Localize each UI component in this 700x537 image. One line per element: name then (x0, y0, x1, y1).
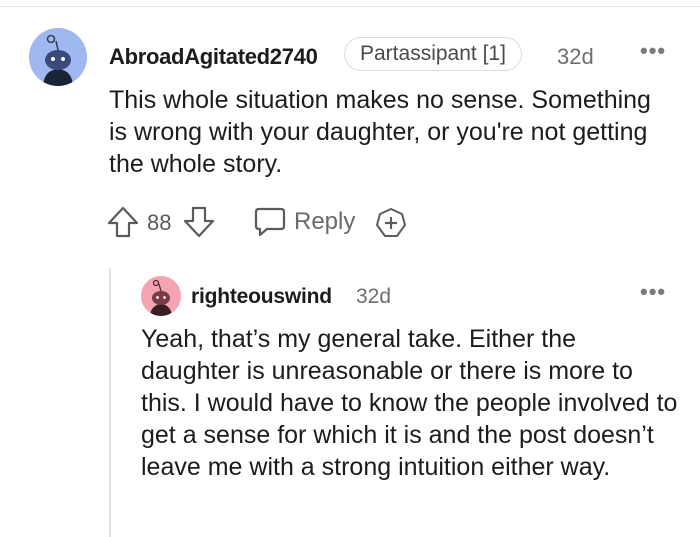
reply-bubble-icon (254, 207, 286, 237)
reply-user-avatar[interactable] (141, 276, 181, 316)
upvote-button[interactable] (106, 205, 140, 239)
user-flair-badge: Partassipant [1] (344, 37, 522, 71)
downvote-button[interactable] (182, 205, 216, 239)
award-button[interactable] (375, 207, 407, 239)
reply-label: Reply (294, 208, 356, 235)
comment-body: This whole situation makes no sense. Som… (109, 86, 651, 178)
downvote-arrow-icon (183, 206, 215, 238)
snoo-avatar-icon (141, 276, 181, 316)
reply-timestamp: 32d (356, 285, 392, 308)
reply-author-username[interactable]: righteouswind (191, 285, 332, 309)
snoo-avatar-icon (29, 28, 87, 86)
reply-more-options-icon[interactable]: ••• (640, 281, 666, 303)
plus-circle-icon (376, 208, 406, 237)
comment-author-username[interactable]: AbroadAgitated2740 (109, 44, 318, 70)
upvote-arrow-icon (107, 206, 139, 238)
user-avatar[interactable] (29, 28, 87, 86)
comment-timestamp: 32d (557, 44, 594, 69)
reply-body: Yeah, that’s my general take. Either the… (141, 325, 678, 481)
top-divider (0, 6, 700, 7)
vote-score: 88 (147, 210, 172, 235)
thread-line[interactable] (109, 268, 111, 537)
reply-button[interactable]: Reply (253, 205, 355, 239)
more-options-icon[interactable]: ••• (640, 40, 666, 62)
